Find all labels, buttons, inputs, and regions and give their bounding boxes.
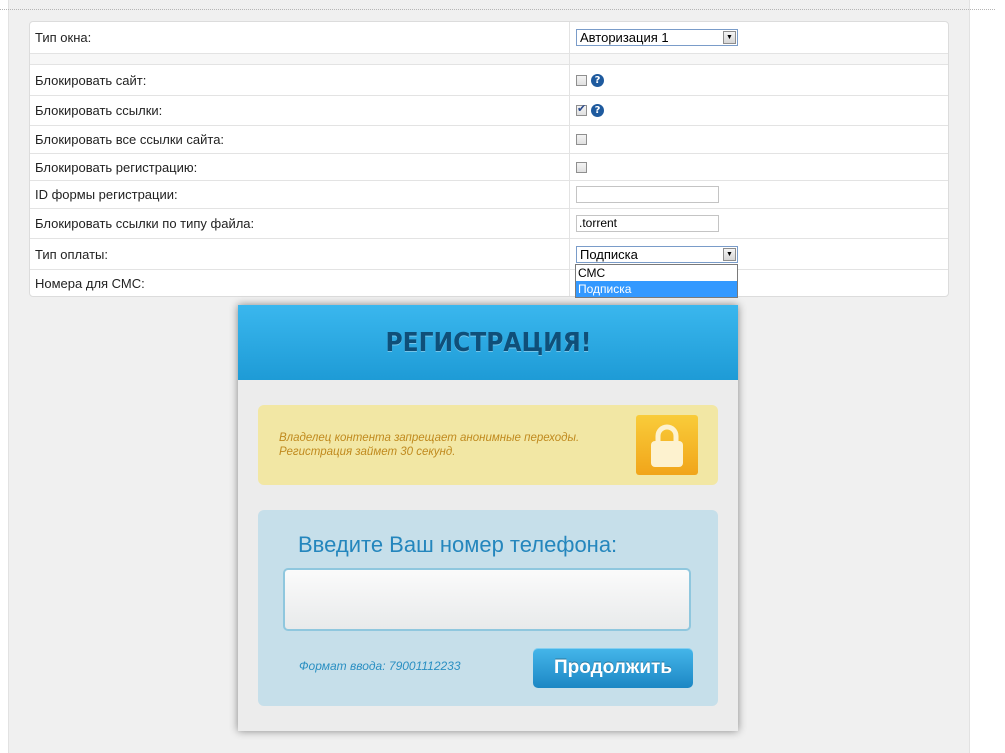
lock-icon	[636, 415, 698, 475]
window-type-label: Тип окна:	[35, 30, 92, 45]
block-all-links-label: Блокировать все ссылки сайта:	[35, 132, 225, 147]
help-icon[interactable]: ?	[591, 73, 604, 87]
payment-type-value: Подписка	[580, 246, 638, 262]
row-reg-form-id: ID формы регистрации:	[30, 181, 948, 209]
row-block-site: Блокировать сайт: ?	[30, 65, 948, 96]
dropdown-option-subscription[interactable]: Подписка	[576, 281, 737, 297]
dropdown-option-sms[interactable]: СМС	[576, 265, 737, 281]
row-window-type: Тип окна: Авторизация 1 ▼	[30, 22, 948, 54]
row-block-links: Блокировать ссылки: ?	[30, 96, 948, 126]
row-block-by-filetype: Блокировать ссылки по типу файла: .torre…	[30, 209, 948, 239]
row-block-all-links: Блокировать все ссылки сайта:	[30, 126, 948, 154]
format-hint: Формат ввода: 79001112233	[299, 659, 461, 673]
registration-title: РЕГИСТРАЦИЯ!	[384, 327, 592, 358]
block-links-label: Блокировать ссылки:	[35, 103, 163, 118]
row-sms-numbers: Номера для СМС:	[30, 270, 948, 296]
phone-input[interactable]	[283, 568, 691, 631]
row-spacer	[30, 54, 948, 65]
registration-widget: РЕГИСТРАЦИЯ! Владелец контента запрещает…	[238, 305, 738, 731]
phone-box: Введите Ваш номер телефона: Формат ввода…	[258, 510, 718, 706]
continue-button[interactable]: Продолжить	[533, 648, 693, 688]
block-site-label: Блокировать сайт:	[35, 72, 147, 88]
settings-table: Тип окна: Авторизация 1 ▼ Блокировать са…	[29, 21, 949, 298]
row-block-registration: Блокировать регистрацию:	[30, 154, 948, 181]
reg-form-id-label: ID формы регистрации:	[35, 187, 178, 202]
reg-form-id-input[interactable]	[576, 186, 719, 203]
phone-label: Введите Ваш номер телефона:	[298, 532, 618, 557]
window-type-value: Авторизация 1	[580, 30, 669, 45]
window-type-select[interactable]: Авторизация 1 ▼	[576, 29, 738, 46]
warning-box: Владелец контента запрещает анонимные пе…	[258, 405, 718, 485]
warning-line-1: Владелец контента запрещает анонимные пе…	[279, 432, 580, 444]
block-registration-label: Блокировать регистрацию:	[35, 159, 198, 175]
block-links-checkbox[interactable]	[576, 102, 587, 116]
block-site-checkbox[interactable]	[576, 74, 587, 86]
block-registration-checkbox[interactable]	[576, 161, 587, 173]
payment-type-dropdown: СМС Подписка	[575, 264, 738, 298]
chevron-down-icon[interactable]: ▼	[723, 247, 736, 261]
chevron-down-icon[interactable]: ▼	[723, 31, 736, 44]
help-icon[interactable]: ?	[591, 104, 604, 117]
top-divider	[0, 9, 995, 10]
block-by-filetype-label: Блокировать ссылки по типу файла:	[35, 216, 255, 231]
payment-type-label: Тип оплаты:	[35, 246, 108, 262]
warning-line-2: Регистрация займет 30 секунд.	[279, 446, 456, 458]
sms-numbers-label: Номера для СМС:	[35, 275, 145, 291]
row-payment-type: Тип оплаты: Подписка ▼	[30, 239, 948, 270]
block-all-links-checkbox[interactable]	[576, 134, 587, 145]
filetype-input[interactable]: .torrent	[576, 215, 719, 232]
payment-type-select[interactable]: Подписка ▼	[576, 245, 738, 263]
warning-text: Владелец контента запрещает анонимные пе…	[279, 431, 619, 459]
registration-header: РЕГИСТРАЦИЯ!	[238, 305, 738, 380]
